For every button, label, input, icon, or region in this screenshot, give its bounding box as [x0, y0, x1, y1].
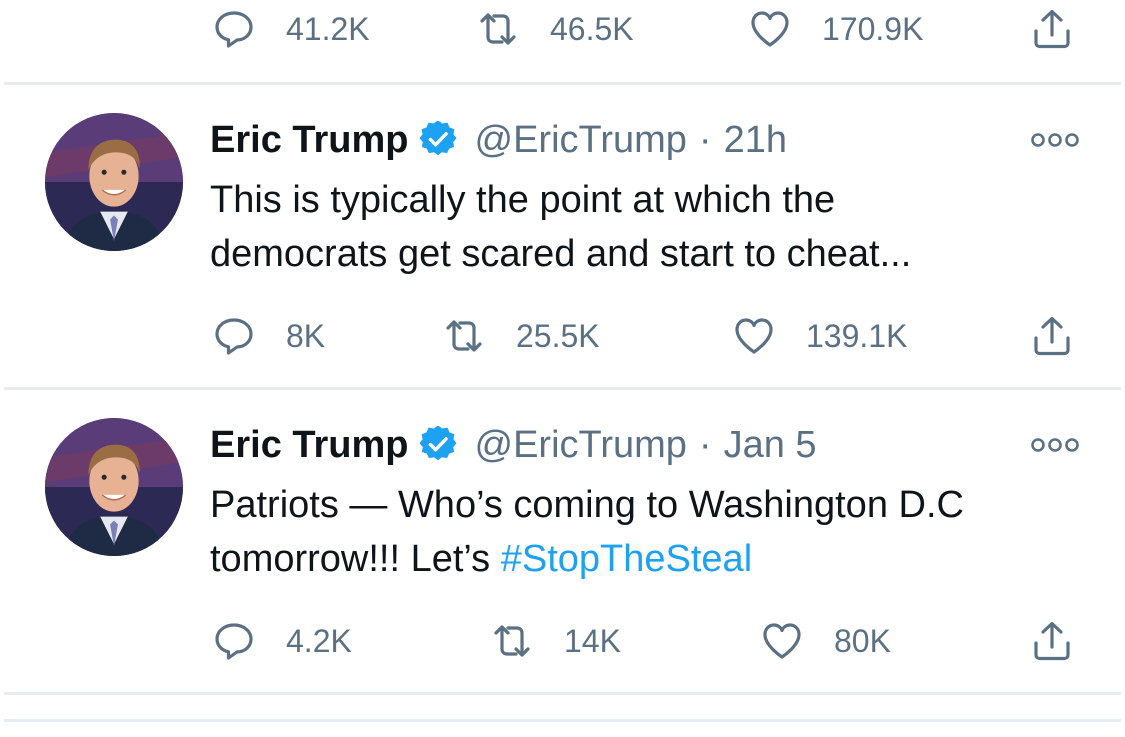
avatar[interactable]: [45, 113, 183, 251]
tweet-text-line: This is typically the point at which the: [210, 179, 836, 221]
reply-count: 41.2K: [286, 10, 370, 47]
retweet-icon: [494, 625, 530, 657]
verified-badge-icon: [418, 121, 457, 158]
author-handle[interactable]: @EricTrump: [475, 119, 687, 162]
retweet-icon: [480, 13, 516, 45]
author-handle[interactable]: @EricTrump: [475, 424, 687, 467]
profile-photo: [45, 113, 183, 251]
more-options-button[interactable]: [1030, 435, 1080, 455]
like-count: 139.1K: [806, 317, 908, 354]
reply-count: 8K: [286, 317, 326, 354]
like-icon: [735, 318, 773, 354]
reply-icon: [215, 623, 253, 660]
tweet[interactable]: Eric Trump @EricTrump · 21h This is typi…: [0, 85, 1125, 388]
reply-count: 4.2K: [286, 622, 352, 659]
reply-button[interactable]: 8K: [212, 311, 325, 361]
like-button[interactable]: 80K: [760, 616, 891, 666]
share-button[interactable]: [1030, 311, 1074, 361]
retweet-count: 46.5K: [550, 10, 634, 47]
previous-tweet-action-bar: 41.2K 46.5K 170.9K: [0, 0, 1125, 82]
tweet-header: Eric Trump @EricTrump · Jan 5: [210, 420, 817, 470]
separator-dot: ·: [698, 423, 712, 466]
tweet-timestamp[interactable]: Jan 5: [724, 424, 817, 467]
reply-icon: [215, 11, 253, 48]
tweet-text: This is typically the point at which the…: [210, 173, 1090, 281]
tweet-text-line: Patriots — Who’s coming to Washington D.…: [210, 484, 964, 526]
like-count: 170.9K: [822, 10, 924, 47]
retweet-count: 25.5K: [516, 317, 600, 354]
share-icon: [1034, 9, 1070, 49]
tweet-text-line: tomorrow!!! Let’s #StopTheSteal: [210, 532, 1090, 586]
share-button[interactable]: [1030, 4, 1074, 54]
tweet-text-fragment: tomorrow!!! Let’s: [210, 538, 501, 580]
like-icon: [763, 623, 801, 659]
share-icon: [1034, 621, 1070, 661]
hashtag-link[interactable]: #StopTheSteal: [501, 538, 752, 580]
like-button[interactable]: 139.1K: [732, 311, 907, 361]
reply-button[interactable]: 41.2K: [212, 4, 370, 54]
profile-photo: [45, 418, 183, 556]
tweet-text: Patriots — Who’s coming to Washington D.…: [210, 478, 1090, 586]
tweet-divider: [4, 692, 1121, 695]
tweet-text-line: democrats get scared and start to cheat.…: [210, 233, 912, 275]
share-button[interactable]: [1030, 616, 1074, 666]
more-options-icon: [1031, 438, 1079, 452]
more-options-icon: [1031, 133, 1079, 147]
author-name[interactable]: Eric Trump: [210, 119, 409, 162]
like-icon: [751, 11, 789, 47]
more-options-button[interactable]: [1030, 130, 1080, 150]
tweet-timestamp[interactable]: 21h: [724, 119, 787, 162]
like-button[interactable]: 170.9K: [748, 4, 923, 54]
retweet-button[interactable]: 46.5K: [476, 4, 634, 54]
tweet-header: Eric Trump @EricTrump · 21h: [210, 115, 787, 165]
tweet[interactable]: Eric Trump @EricTrump · Jan 5 Patriots —…: [0, 390, 1125, 693]
like-count: 80K: [834, 622, 891, 659]
reply-button[interactable]: 4.2K: [212, 616, 352, 666]
twitter-feed: 41.2K 46.5K 170.9K Eric Trump @EricTrump…: [0, 0, 1125, 737]
avatar[interactable]: [45, 418, 183, 556]
retweet-button[interactable]: 14K: [490, 616, 621, 666]
retweet-count: 14K: [564, 622, 621, 659]
retweet-button[interactable]: 25.5K: [442, 311, 600, 361]
author-name[interactable]: Eric Trump: [210, 424, 409, 467]
reply-icon: [215, 318, 253, 355]
verified-badge-icon: [418, 426, 457, 463]
tweet-divider: [4, 719, 1121, 722]
separator-dot: ·: [698, 118, 712, 161]
share-icon: [1034, 316, 1070, 356]
retweet-icon: [446, 320, 482, 352]
